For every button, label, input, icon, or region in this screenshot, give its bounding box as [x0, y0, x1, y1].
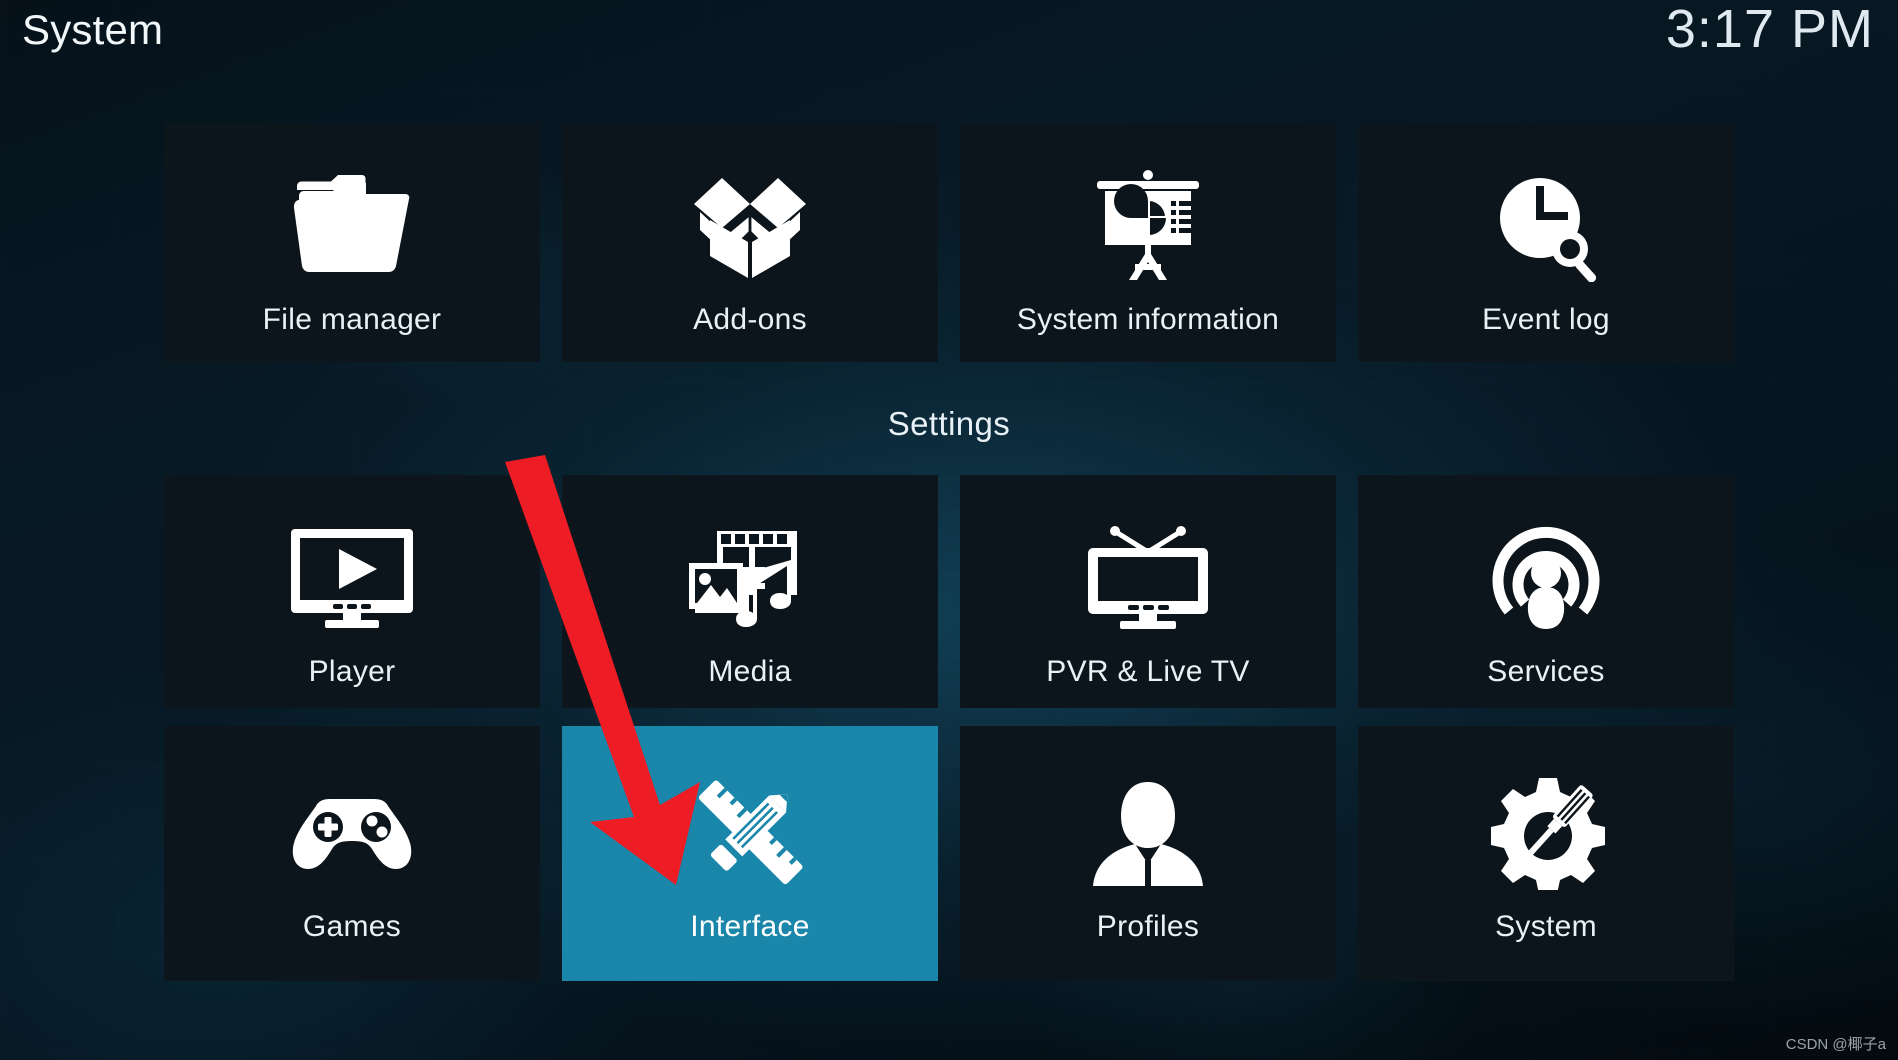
tile-label: Add-ons	[693, 303, 807, 336]
open-box-icon	[692, 167, 808, 285]
person-silhouette-icon	[1089, 774, 1207, 892]
tile-system-information[interactable]: System information	[960, 123, 1336, 362]
tile-label: Interface	[690, 910, 810, 943]
tile-label: Services	[1487, 655, 1605, 688]
film-picture-music-icon	[687, 519, 813, 637]
presentation-chart-icon	[1093, 167, 1203, 285]
tile-label: PVR & Live TV	[1046, 655, 1250, 688]
tile-media[interactable]: Media	[562, 475, 938, 708]
tile-pvr-live-tv[interactable]: PVR & Live TV	[960, 475, 1336, 708]
folder-icon	[293, 167, 411, 285]
tile-label: Games	[302, 910, 402, 943]
tile-label: File manager	[262, 303, 442, 336]
top-row: File manager Add-ons System information …	[0, 123, 1898, 362]
settings-group-heading: Settings	[887, 405, 1011, 442]
tile-label: System	[1495, 910, 1597, 943]
middle-row: Player Media PVR & Live TV Services	[0, 475, 1898, 708]
bottom-row: Games Interface Profiles System	[0, 726, 1898, 981]
tile-services[interactable]: Services	[1358, 475, 1734, 708]
tile-system[interactable]: System	[1358, 726, 1734, 981]
clock: 3:17 PM	[1665, 0, 1874, 59]
watermark: CSDN @椰子a	[1785, 1036, 1886, 1053]
gamepad-icon	[290, 774, 414, 892]
clock-search-icon	[1490, 167, 1602, 285]
gear-screwdriver-icon	[1487, 774, 1605, 892]
tile-file-manager[interactable]: File manager	[164, 123, 540, 362]
broadcast-person-icon	[1491, 519, 1601, 637]
pencil-ruler-icon	[692, 774, 808, 892]
tile-label: Profiles	[1096, 910, 1200, 943]
tile-interface[interactable]: Interface	[562, 726, 938, 981]
tile-games[interactable]: Games	[164, 726, 540, 981]
tile-event-log[interactable]: Event log	[1358, 123, 1734, 362]
kodi-system-screen: System 3:17 PM File manager Add-ons Syst…	[0, 0, 1898, 1060]
tile-label: Player	[308, 655, 396, 688]
tile-add-ons[interactable]: Add-ons	[562, 123, 938, 362]
tile-label: System information	[1016, 303, 1280, 336]
tile-label: Event log	[1482, 303, 1610, 336]
tile-label: Media	[708, 655, 792, 688]
header-bar: System 3:17 PM	[0, 0, 1898, 72]
page-title: System	[22, 6, 164, 53]
tile-player[interactable]: Player	[164, 475, 540, 708]
television-antenna-icon	[1084, 519, 1212, 637]
tile-profiles[interactable]: Profiles	[960, 726, 1336, 981]
monitor-play-icon	[289, 519, 415, 637]
